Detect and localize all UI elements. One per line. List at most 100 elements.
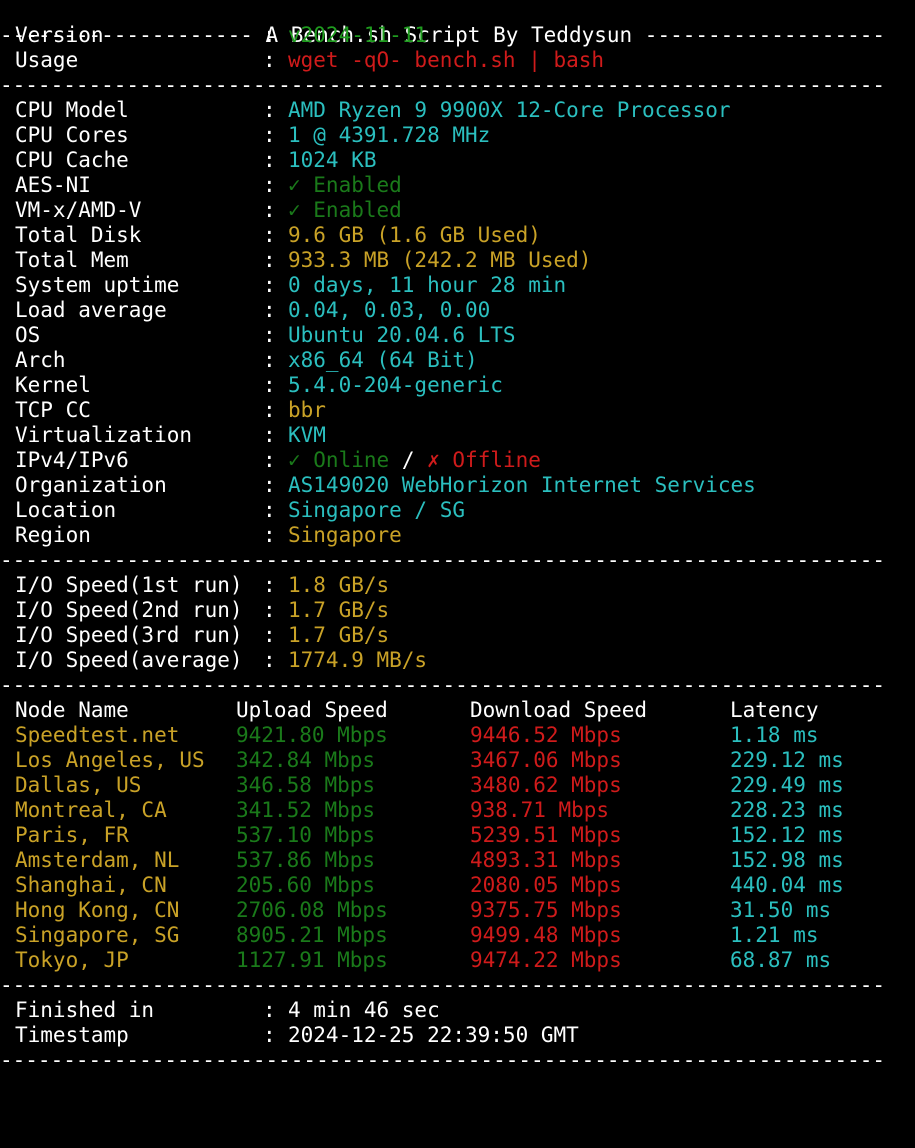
colon: : [263, 148, 276, 172]
system-info-line: OS: Ubuntu 20.04.6 LTS [0, 323, 915, 348]
upload-speed: 341.52 Mbps [236, 798, 376, 822]
system-info-value: 0 days, 11 hour 28 min [288, 273, 567, 297]
latency: 440.04 ms [730, 873, 844, 897]
latency: 229.49 ms [730, 773, 844, 797]
system-info-line: CPU Model: AMD Ryzen 9 9900X 12-Core Proc… [0, 98, 915, 123]
upload-speed-header: Upload Speed [236, 698, 388, 722]
system-info-line: Region: Singapore [0, 523, 915, 548]
latency: 152.98 ms [730, 848, 844, 872]
latency-header: Latency [730, 698, 819, 722]
download-speed: 9446.52 Mbps [470, 723, 622, 747]
system-info-label: CPU Model [15, 98, 129, 122]
download-speed: 5239.51 Mbps [470, 823, 622, 847]
colon: : [263, 648, 276, 672]
table-row: Tokyo, JP 1127.91 Mbps 9474.22 Mbps 68.87 m… [0, 948, 915, 973]
colon: : [263, 523, 276, 547]
io-speed-line: I/O Speed(2nd run):1.7 GB/s [0, 598, 915, 623]
system-info-label: Total Mem [15, 248, 129, 272]
node-name: Amsterdam, NL [15, 848, 180, 872]
download-speed: 9474.22 Mbps [470, 948, 622, 972]
io-speed-line: I/O Speed(average):1774.9 MB/s [0, 648, 915, 673]
system-info-line: Load average:0.04, 0.03, 0.00 [0, 298, 915, 323]
io-speed-line: I/O Speed(1st run):1.8 GB/s [0, 573, 915, 598]
system-info-line: Virtualization: KVM [0, 423, 915, 448]
table-row: Speedtest.net 9421.80 Mbps 9446.52 Mbps 1.1… [0, 723, 915, 748]
latency: 228.23 ms [730, 798, 844, 822]
finished-value: 4 min 46 sec [288, 998, 440, 1022]
ip-value: ✓ Online / ✗ Offline [288, 448, 541, 473]
system-info-label: VM-x/AMD-V [15, 198, 142, 222]
ipv4-status: ✓ Online [288, 448, 390, 472]
colon: : [263, 423, 276, 447]
system-info-value: 9.6 GB (1.6 GB Used) [288, 223, 541, 247]
io-speed-value: 1.7 GB/s [288, 598, 390, 622]
table-row: Amsterdam, NL 537.86 Mbps 4893.31 Mbps 152.… [0, 848, 915, 873]
system-info-label: Location [15, 498, 117, 522]
system-info-value: ✓ Enabled [288, 173, 402, 197]
colon: : [263, 323, 276, 347]
io-speed-label: I/O Speed(average) [15, 648, 243, 672]
system-info-label: CPU Cache [15, 148, 129, 172]
system-info-label: Region [15, 523, 91, 547]
speed-table: Speedtest.net 9421.80 Mbps 9446.52 Mbps 1.1… [0, 723, 915, 973]
upload-speed: 537.86 Mbps [236, 848, 376, 872]
system-info-value: bbr [288, 398, 326, 422]
download-speed: 4893.31 Mbps [470, 848, 622, 872]
system-info-label: Virtualization [15, 423, 193, 447]
system-info-label: AES-NI [15, 173, 91, 197]
timestamp-label: Timestamp [15, 1023, 129, 1047]
table-row: Dallas, US 346.58 Mbps 3480.62 Mbps 229.49 … [0, 773, 915, 798]
ip-slash: / [401, 448, 415, 472]
system-info-label: CPU Cores [15, 123, 129, 147]
download-speed: 3467.06 Mbps [470, 748, 622, 772]
system-info-line: CPU Cache:1024 KB [0, 148, 915, 173]
colon: : [263, 248, 276, 272]
usage-value: wget -qO- bench.sh | bash [288, 48, 605, 72]
ip-line: IPv4/IPv6 : ✓ Online / ✗ Offline [0, 448, 915, 473]
node-name: Montreal, CA [15, 798, 167, 822]
system-info-value: 1024 KB [288, 148, 377, 172]
node-name: Paris, FR [15, 823, 129, 847]
system-info-line: VM-x/AMD-V: ✓ Enabled [0, 198, 915, 223]
colon: : [263, 373, 276, 397]
separator: ----------------------------------------… [0, 73, 886, 97]
upload-speed: 342.84 Mbps [236, 748, 376, 772]
separator: ----------------------------------------… [0, 1048, 886, 1072]
colon: : [263, 473, 276, 497]
system-info-value: Singapore / SG [288, 498, 466, 522]
colon: : [263, 348, 276, 372]
timestamp-line: Timestamp : 2024-12-25 22:39:50 GMT [0, 1023, 915, 1048]
ip-label: IPv4/IPv6 [15, 448, 129, 472]
download-speed: 9499.48 Mbps [470, 923, 622, 947]
io-speed-label: I/O Speed(3rd run) [15, 623, 243, 647]
system-info-label: Organization [15, 473, 167, 497]
system-info-line: Total Disk:9.6 GB (1.6 GB Used) [0, 223, 915, 248]
upload-speed: 9421.80 Mbps [236, 723, 388, 747]
node-name-header: Node Name [15, 698, 129, 722]
table-row: Los Angeles, US 342.84 Mbps 3467.06 Mbps 22… [0, 748, 915, 773]
io-speed-line: I/O Speed(3rd run):1.7 GB/s [0, 623, 915, 648]
colon: : [263, 48, 276, 72]
system-info-label: Kernel [15, 373, 91, 397]
system-info-line: System uptime:0 days, 11 hour 28 min [0, 273, 915, 298]
upload-speed: 205.60 Mbps [236, 873, 376, 897]
download-speed-header: Download Speed [470, 698, 648, 722]
colon: : [263, 273, 276, 297]
system-info-value: AMD Ryzen 9 9900X 12-Core Processor [288, 98, 731, 122]
io-speed-value: 1.7 GB/s [288, 623, 390, 647]
system-info-label: TCP CC [15, 398, 91, 422]
separator: ----------------------------------------… [0, 548, 886, 572]
colon: : [263, 623, 276, 647]
system-info-label: OS [15, 323, 41, 347]
node-name: Singapore, SG [15, 923, 180, 947]
system-info-line: Total Mem:933.3 MB (242.2 MB Used) [0, 248, 915, 273]
colon: : [263, 198, 276, 222]
io-speed-value: 1774.9 MB/s [288, 648, 428, 672]
separator: ----------------------------------------… [0, 673, 886, 697]
speed-header-line: Node Name Upload Speed Download Speed La… [0, 698, 915, 723]
system-info-block-2: Organization: AS149020 WebHorizon Interne… [0, 473, 915, 548]
latency: 68.87 ms [730, 948, 832, 972]
colon: : [263, 1023, 276, 1047]
usage-line: Usage : wget -qO- bench.sh | bash [0, 48, 915, 73]
colon: : [263, 123, 276, 147]
